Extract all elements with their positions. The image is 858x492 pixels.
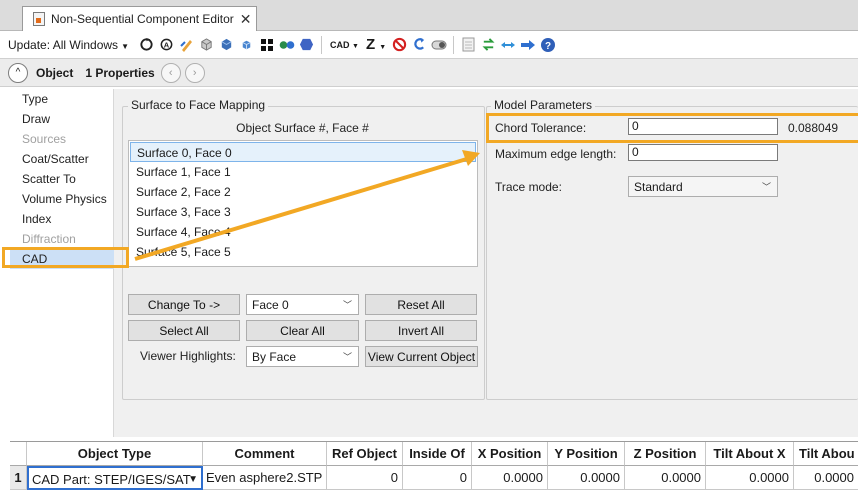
z-position-cell[interactable]: 0.0000 <box>625 466 706 490</box>
object-grid: Object Type Comment Ref Object Inside Of… <box>10 441 858 492</box>
annotation-arrow <box>134 150 480 261</box>
inside-of-cell[interactable]: 0 <box>403 466 472 490</box>
header-tilt-about-x[interactable]: Tilt About X <box>706 442 794 466</box>
header-ref-object[interactable]: Ref Object <box>327 442 403 466</box>
y-position-cell[interactable]: 0.0000 <box>548 466 625 490</box>
header-y-position[interactable]: Y Position <box>548 442 625 466</box>
header-z-position[interactable]: Z Position <box>625 442 706 466</box>
header-object-type[interactable]: Object Type <box>27 442 203 466</box>
header-tilt-about-y[interactable]: Tilt Abou <box>794 442 858 466</box>
grid-corner <box>10 442 27 466</box>
x-position-cell[interactable]: 0.0000 <box>472 466 548 490</box>
ref-object-cell[interactable]: 0 <box>327 466 403 490</box>
tilt-x-cell[interactable]: 0.0000 <box>706 466 794 490</box>
header-inside-of[interactable]: Inside Of <box>403 442 472 466</box>
tilt-y-cell[interactable]: 0.0000 <box>794 466 858 490</box>
comment-cell[interactable]: Even asphere2.STP <box>203 466 327 490</box>
chevron-down-icon: ▼ <box>188 474 198 485</box>
object-type-select[interactable]: CAD Part: STEP/IGES/SAT ▼ <box>27 466 203 490</box>
object-type-value: CAD Part: STEP/IGES/SAT <box>32 472 191 487</box>
header-x-position[interactable]: X Position <box>472 442 548 466</box>
row-number[interactable]: 1 <box>10 466 27 490</box>
header-comment[interactable]: Comment <box>203 442 327 466</box>
